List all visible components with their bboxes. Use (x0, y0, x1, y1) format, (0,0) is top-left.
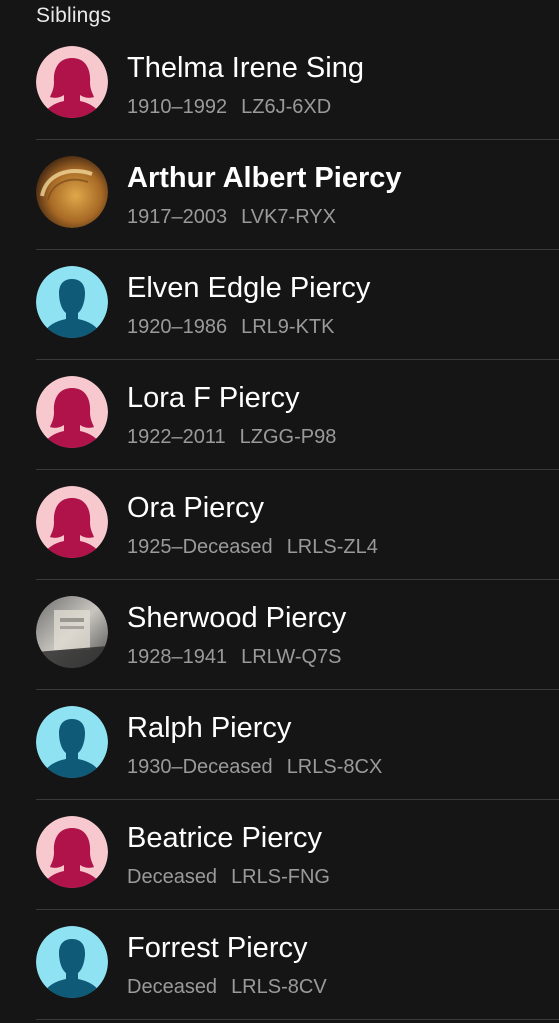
sibling-row[interactable]: Ora Piercy 1925–Deceased LRLS-ZL4 (36, 470, 559, 580)
life-dates: 1930–Deceased (127, 756, 273, 778)
female-silhouette-icon (36, 816, 108, 888)
siblings-list: Thelma Irene Sing 1910–1992 LZ6J-6XD Arthur… (0, 30, 559, 1020)
female-silhouette-icon (36, 376, 108, 448)
person-name: Beatrice Piercy (127, 822, 323, 854)
person-id: LZ6J-6XD (241, 96, 332, 118)
person-meta: 1910–1992 LZ6J-6XD (127, 96, 331, 119)
person-id: LRLS-FNG (231, 866, 330, 888)
life-dates: 1910–1992 (127, 96, 228, 118)
life-dates: Deceased (127, 976, 218, 998)
person-meta: 1925–Deceased LRLS-ZL4 (127, 536, 378, 559)
sibling-row[interactable]: Elven Edgle Piercy 1920–1986 LRL9-KTK (36, 250, 559, 360)
person-id: LRLS-8CV (231, 976, 327, 998)
person-meta: 1920–1986 LRL9-KTK (127, 316, 334, 339)
life-dates: 1920–1986 (127, 316, 228, 338)
person-name: Arthur Albert Piercy (127, 162, 402, 194)
person-meta: 1928–1941 LRLW-Q7S (127, 646, 342, 669)
person-id: LVK7-RYX (241, 206, 336, 228)
person-name: Elven Edgle Piercy (127, 272, 371, 304)
person-id: LRLW-Q7S (241, 646, 342, 668)
person-id: LRL9-KTK (241, 316, 335, 338)
person-name: Forrest Piercy (127, 932, 308, 964)
female-silhouette-icon (36, 46, 108, 118)
sibling-row[interactable]: Thelma Irene Sing 1910–1992 LZ6J-6XD (36, 30, 559, 140)
person-meta: 1917–2003 LVK7-RYX (127, 206, 336, 229)
person-name: Ralph Piercy (127, 712, 292, 744)
life-dates: 1925–Deceased (127, 536, 273, 558)
person-photo (36, 596, 108, 668)
person-name: Thelma Irene Sing (127, 52, 364, 84)
sibling-row[interactable]: Arthur Albert Piercy 1917–2003 LVK7-RYX (36, 140, 559, 250)
life-dates: Deceased (127, 866, 218, 888)
male-silhouette-icon (36, 926, 108, 998)
person-id: LRLS-ZL4 (286, 536, 378, 558)
person-meta: 1930–Deceased LRLS-8CX (127, 756, 382, 779)
life-dates: 1928–1941 (127, 646, 228, 668)
sibling-row[interactable]: Sherwood Piercy 1928–1941 LRLW-Q7S (36, 580, 559, 690)
female-silhouette-icon (36, 486, 108, 558)
person-name: Sherwood Piercy (127, 602, 347, 634)
person-name: Lora F Piercy (127, 382, 300, 414)
life-dates: 1917–2003 (127, 206, 228, 228)
person-photo (36, 156, 108, 228)
person-id: LRLS-8CX (286, 756, 383, 778)
person-name: Ora Piercy (127, 492, 264, 524)
person-meta: Deceased LRLS-8CV (127, 976, 327, 999)
male-silhouette-icon (36, 266, 108, 338)
person-meta: Deceased LRLS-FNG (127, 866, 330, 889)
person-meta: 1922–2011 LZGG-P98 (127, 426, 336, 449)
sibling-row[interactable]: Lora F Piercy 1922–2011 LZGG-P98 (36, 360, 559, 470)
sibling-row[interactable]: Beatrice Piercy Deceased LRLS-FNG (36, 800, 559, 910)
sibling-row[interactable]: Ralph Piercy 1930–Deceased LRLS-8CX (36, 690, 559, 800)
sibling-row[interactable]: Forrest Piercy Deceased LRLS-8CV (36, 910, 559, 1020)
male-silhouette-icon (36, 706, 108, 778)
person-id: LZGG-P98 (239, 426, 337, 448)
life-dates: 1922–2011 (127, 426, 226, 448)
section-title-siblings: Siblings (36, 4, 112, 27)
